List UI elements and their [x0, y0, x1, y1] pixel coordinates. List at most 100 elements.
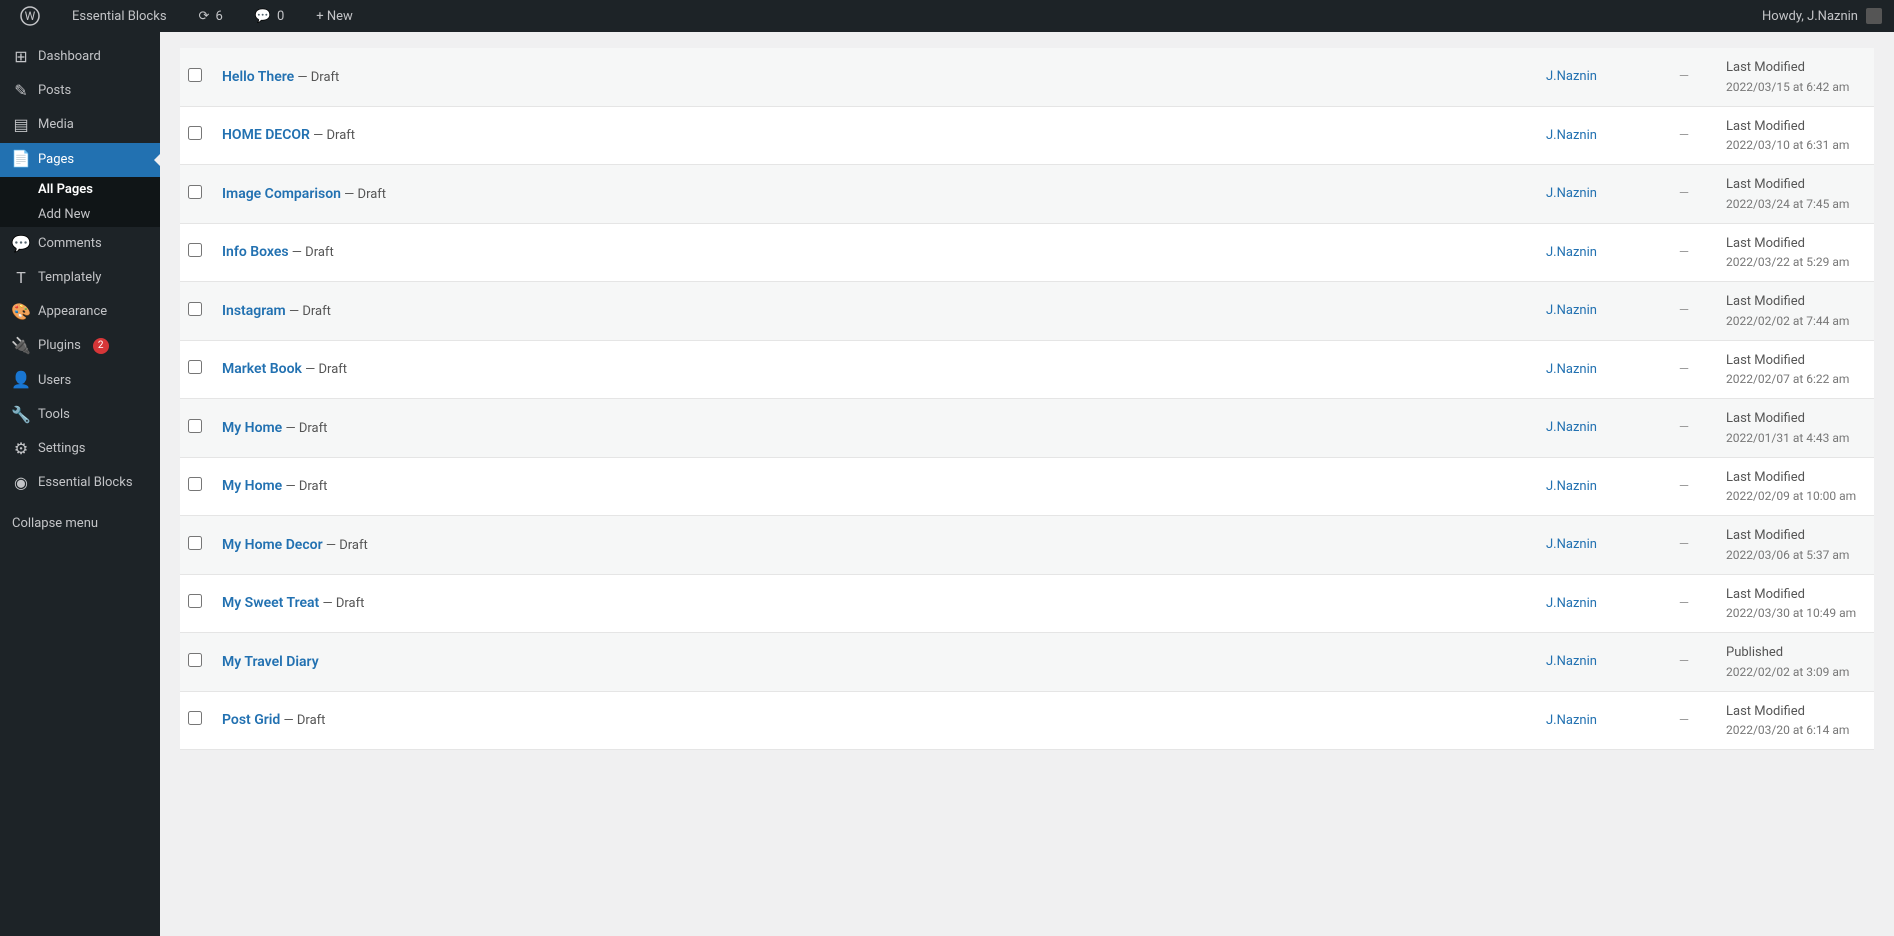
sidebar-item-tools[interactable]: 🔧 Tools — [0, 398, 160, 432]
author-link[interactable]: J.Naznin — [1546, 128, 1597, 143]
comments-icon: 💬 — [12, 235, 30, 253]
comments[interactable]: 💬 0 — [247, 0, 293, 32]
row-author-cell: J.Naznin — [1534, 457, 1654, 516]
row-checkbox-cell — [180, 106, 210, 165]
row-checkbox-cell — [180, 457, 210, 516]
row-checkbox-cell — [180, 574, 210, 633]
sidebar-item-media[interactable]: ▤ Media — [0, 108, 160, 142]
row-checkbox[interactable] — [188, 126, 202, 140]
page-title-link[interactable]: My Home Decor — [222, 537, 323, 553]
row-checkbox[interactable] — [188, 185, 202, 199]
page-title-link[interactable]: Instagram — [222, 303, 286, 319]
table-row: Info Boxes — Draft J.Naznin — Last Modif… — [180, 223, 1874, 282]
row-checkbox-cell — [180, 165, 210, 224]
date-label: Last Modified — [1726, 234, 1862, 254]
table-row: Instagram — Draft J.Naznin — Last Modifi… — [180, 282, 1874, 341]
row-checkbox-cell — [180, 223, 210, 282]
page-title-link[interactable]: Hello There — [222, 69, 294, 85]
row-date-cell: Published 2022/02/02 at 3:09 am — [1714, 633, 1874, 692]
author-link[interactable]: J.Naznin — [1546, 69, 1597, 84]
page-title-link[interactable]: My Sweet Treat — [222, 595, 319, 611]
author-link[interactable]: J.Naznin — [1546, 303, 1597, 318]
page-title-link[interactable]: Image Comparison — [222, 186, 341, 202]
date-value: 2022/02/02 at 3:09 am — [1726, 663, 1862, 681]
row-date-cell: Last Modified 2022/03/20 at 6:14 am — [1714, 691, 1874, 750]
users-icon: 👤 — [12, 372, 30, 390]
author-link[interactable]: J.Naznin — [1546, 654, 1597, 669]
submenu-add-new[interactable]: Add New — [0, 202, 160, 227]
plugins-badge: 2 — [93, 338, 109, 354]
row-checkbox[interactable] — [188, 360, 202, 374]
sidebar-item-essential-blocks[interactable]: ◉ Essential Blocks — [0, 466, 160, 500]
sidebar-item-dashboard[interactable]: ⊞ Dashboard — [0, 40, 160, 74]
howdy-text: Howdy, J.Naznin — [1762, 9, 1858, 24]
row-dash-cell: — — [1654, 282, 1714, 341]
appearance-icon: 🎨 — [12, 303, 30, 321]
author-link[interactable]: J.Naznin — [1546, 186, 1597, 201]
updates[interactable]: ⟳ 6 — [191, 0, 231, 32]
site-name[interactable]: Essential Blocks — [64, 0, 175, 32]
sidebar-item-comments[interactable]: 💬 Comments — [0, 227, 160, 261]
row-checkbox[interactable] — [188, 477, 202, 491]
author-link[interactable]: J.Naznin — [1546, 420, 1597, 435]
sidebar-item-appearance[interactable]: 🎨 Appearance — [0, 295, 160, 329]
sidebar-item-plugins[interactable]: 🔌 Plugins 2 — [0, 329, 160, 363]
row-dash-cell: — — [1654, 165, 1714, 224]
sidebar-item-templately[interactable]: T Templately — [0, 261, 160, 295]
pages-icon: 📄 — [12, 151, 30, 169]
author-link[interactable]: J.Naznin — [1546, 362, 1597, 377]
row-author-cell: J.Naznin — [1534, 340, 1654, 399]
page-title-link[interactable]: Info Boxes — [222, 244, 289, 260]
date-value: 2022/03/15 at 6:42 am — [1726, 78, 1862, 96]
row-title-cell: Market Book — Draft — [210, 340, 1534, 399]
page-title-link[interactable]: HOME DECOR — [222, 127, 310, 143]
posts-icon: ✎ — [12, 82, 30, 100]
row-checkbox[interactable] — [188, 302, 202, 316]
new-content[interactable]: + New — [308, 0, 361, 32]
sidebar-item-users[interactable]: 👤 Users — [0, 364, 160, 398]
admin-bar: W Essential Blocks ⟳ 6 💬 0 + New Howdy, … — [0, 0, 1894, 32]
row-checkbox[interactable] — [188, 419, 202, 433]
row-checkbox-cell — [180, 633, 210, 692]
row-dash-cell: — — [1654, 691, 1714, 750]
page-title-link[interactable]: Market Book — [222, 361, 302, 377]
date-value: 2022/03/30 at 10:49 am — [1726, 604, 1862, 622]
page-title-link[interactable]: Post Grid — [222, 712, 280, 728]
page-title-link[interactable]: My Travel Diary — [222, 654, 319, 670]
templately-icon: T — [12, 269, 30, 287]
row-title-cell: My Home Decor — Draft — [210, 516, 1534, 575]
page-status: — Draft — [282, 421, 327, 436]
row-checkbox[interactable] — [188, 653, 202, 667]
page-title-link[interactable]: My Home — [222, 420, 282, 436]
sidebar-item-posts[interactable]: ✎ Posts — [0, 74, 160, 108]
author-link[interactable]: J.Naznin — [1546, 713, 1597, 728]
author-link[interactable]: J.Naznin — [1546, 537, 1597, 552]
sidebar: ⊞ Dashboard ✎ Posts ▤ Media 📄 Pages All … — [0, 32, 160, 936]
row-dash-cell: — — [1654, 516, 1714, 575]
row-checkbox[interactable] — [188, 68, 202, 82]
row-title-cell: My Home — Draft — [210, 457, 1534, 516]
date-value: 2022/02/02 at 7:44 am — [1726, 312, 1862, 330]
row-author-cell: J.Naznin — [1534, 574, 1654, 633]
row-checkbox[interactable] — [188, 594, 202, 608]
page-status: — Draft — [323, 538, 368, 553]
wp-logo[interactable]: W — [12, 0, 48, 32]
page-title-link[interactable]: My Home — [222, 478, 282, 494]
row-checkbox[interactable] — [188, 243, 202, 257]
date-value: 2022/03/24 at 7:45 am — [1726, 195, 1862, 213]
collapse-menu[interactable]: Collapse menu — [0, 508, 160, 539]
row-date-cell: Last Modified 2022/03/22 at 5:29 am — [1714, 223, 1874, 282]
row-checkbox[interactable] — [188, 536, 202, 550]
author-link[interactable]: J.Naznin — [1546, 245, 1597, 260]
pages-submenu: All Pages Add New — [0, 177, 160, 227]
row-checkbox[interactable] — [188, 711, 202, 725]
row-dash-cell: — — [1654, 457, 1714, 516]
author-link[interactable]: J.Naznin — [1546, 596, 1597, 611]
submenu-all-pages[interactable]: All Pages — [0, 177, 160, 202]
sidebar-item-settings[interactable]: ⚙ Settings — [0, 432, 160, 466]
page-status: — Draft — [302, 362, 347, 377]
sidebar-item-pages[interactable]: 📄 Pages — [0, 143, 160, 177]
row-date-cell: Last Modified 2022/01/31 at 4:43 am — [1714, 399, 1874, 458]
author-link[interactable]: J.Naznin — [1546, 479, 1597, 494]
row-dash-cell: — — [1654, 633, 1714, 692]
